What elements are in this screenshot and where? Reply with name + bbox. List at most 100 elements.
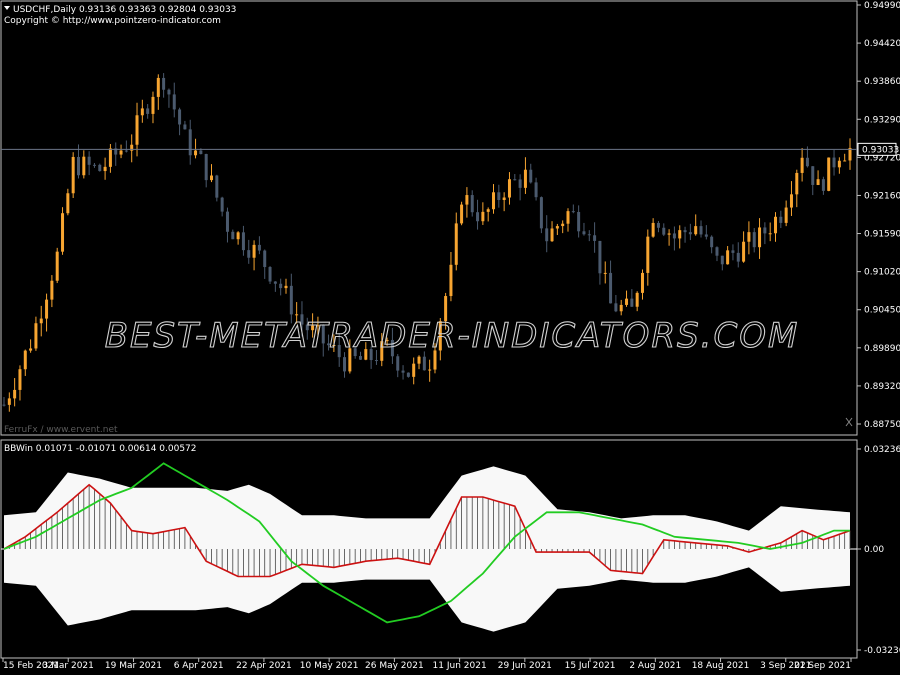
candle-body <box>555 226 559 229</box>
time-axis-label: 10 May 2021 <box>300 661 359 671</box>
candle-body <box>215 175 219 198</box>
candle-body <box>646 236 650 273</box>
candle-body <box>188 129 192 156</box>
candle-body <box>672 233 676 239</box>
candle-body <box>688 232 692 235</box>
time-axis-label: 19 Mar 2021 <box>105 661 162 671</box>
candle-body <box>598 240 602 274</box>
candle-body <box>513 179 517 181</box>
candle-body <box>167 89 171 95</box>
candle-body <box>550 228 554 242</box>
candle-body <box>614 303 618 312</box>
candle-body <box>651 222 655 237</box>
current-price-tag: 0.93033 <box>857 142 899 156</box>
candle-body <box>774 216 778 234</box>
credit-text: FerruFx / www.ervent.net <box>4 425 118 435</box>
candle-body <box>34 323 38 349</box>
candle-body <box>279 283 283 289</box>
candle-body <box>241 232 245 251</box>
price-axis-label: 0.90450 <box>864 306 900 316</box>
candle-body <box>194 150 198 156</box>
candle-body <box>662 227 666 235</box>
candle-body <box>140 108 144 116</box>
candle-body <box>518 179 522 188</box>
time-axis-label: 6 Apr 2021 <box>174 661 224 671</box>
candle-body <box>625 298 629 305</box>
candle-body <box>699 226 703 235</box>
time-axis-label: 3 Mar 2021 <box>43 661 94 671</box>
candle-body <box>784 207 788 223</box>
candle-body <box>805 157 809 167</box>
candle-body <box>736 252 740 262</box>
candle-body <box>523 169 527 188</box>
candle-body <box>731 250 735 253</box>
candle-body <box>231 231 235 240</box>
candle-body <box>428 369 432 371</box>
svg-text:0.93033: 0.93033 <box>862 145 899 155</box>
candle-body <box>470 195 474 213</box>
indicator-axis-label: -0.03236 <box>864 646 900 656</box>
time-axis-label: 11 Jun 2021 <box>433 661 487 671</box>
candle-body <box>837 160 841 168</box>
candle-body <box>18 369 22 390</box>
time-axis-label: 22 Apr 2021 <box>236 661 292 671</box>
candle-body <box>811 166 815 185</box>
candle-body <box>50 280 54 300</box>
candle-body <box>257 244 261 251</box>
candle-body <box>172 94 176 110</box>
candle-body <box>476 212 480 222</box>
candle-body <box>98 164 102 172</box>
time-axis-label: 29 Jun 2021 <box>498 661 552 671</box>
candle-body <box>29 348 33 351</box>
candle-body <box>225 211 229 232</box>
candle-body <box>715 247 719 256</box>
candle-body <box>13 389 17 399</box>
candle-body <box>539 197 543 229</box>
candle-body <box>789 194 793 208</box>
candle-body <box>678 230 682 239</box>
price-axis-label: 0.91020 <box>864 268 900 278</box>
candle-body <box>124 150 128 152</box>
chart-canvas: BEST-METATRADER-INDICATORS.COM USDCHF,Da… <box>0 0 900 675</box>
candle-body <box>343 357 347 372</box>
candle-body <box>561 223 565 227</box>
indicator-axis-label: 0.00 <box>864 545 884 555</box>
candle-body <box>593 235 597 241</box>
symbol-line: USDCHF,Daily 0.93136 0.93363 0.92804 0.9… <box>13 5 236 15</box>
candle-body <box>763 227 767 234</box>
candle-body <box>422 356 426 371</box>
candle-body <box>577 211 581 232</box>
candle-body <box>704 234 708 237</box>
copyright-text: Copyright © http://www.pointzero-indicat… <box>4 16 221 26</box>
candle-body <box>832 157 836 168</box>
candle-body <box>529 169 533 183</box>
candle-body <box>582 231 586 235</box>
candle-body <box>758 227 762 248</box>
candle-body <box>656 222 660 228</box>
candle-body <box>816 179 820 185</box>
candle-body <box>178 109 182 125</box>
candle-body <box>2 404 6 406</box>
candle-body <box>204 154 208 181</box>
candle-body <box>7 398 11 405</box>
candle-body <box>108 148 112 167</box>
candle-body <box>119 150 123 155</box>
price-axis-label: 0.92160 <box>864 191 900 201</box>
time-axis-label: 2 Aug 2021 <box>629 661 681 671</box>
candle-body <box>630 298 634 307</box>
candle-body <box>481 211 485 222</box>
candle-body <box>417 356 421 364</box>
indicator-line: BBWin 0.01071 -0.01071 0.00614 0.00572 <box>4 444 197 454</box>
candle-body <box>619 304 623 312</box>
candle-body <box>795 172 799 195</box>
candle-body <box>156 77 160 97</box>
candle-body <box>486 209 490 212</box>
candle-body <box>635 292 639 307</box>
candle-body <box>726 250 730 265</box>
candle-body <box>263 250 267 268</box>
price-axis-label: 0.94420 <box>864 39 900 49</box>
candle-body <box>151 96 155 114</box>
candle-body <box>545 228 549 242</box>
candle-body <box>454 223 458 265</box>
candle-body <box>742 241 746 262</box>
